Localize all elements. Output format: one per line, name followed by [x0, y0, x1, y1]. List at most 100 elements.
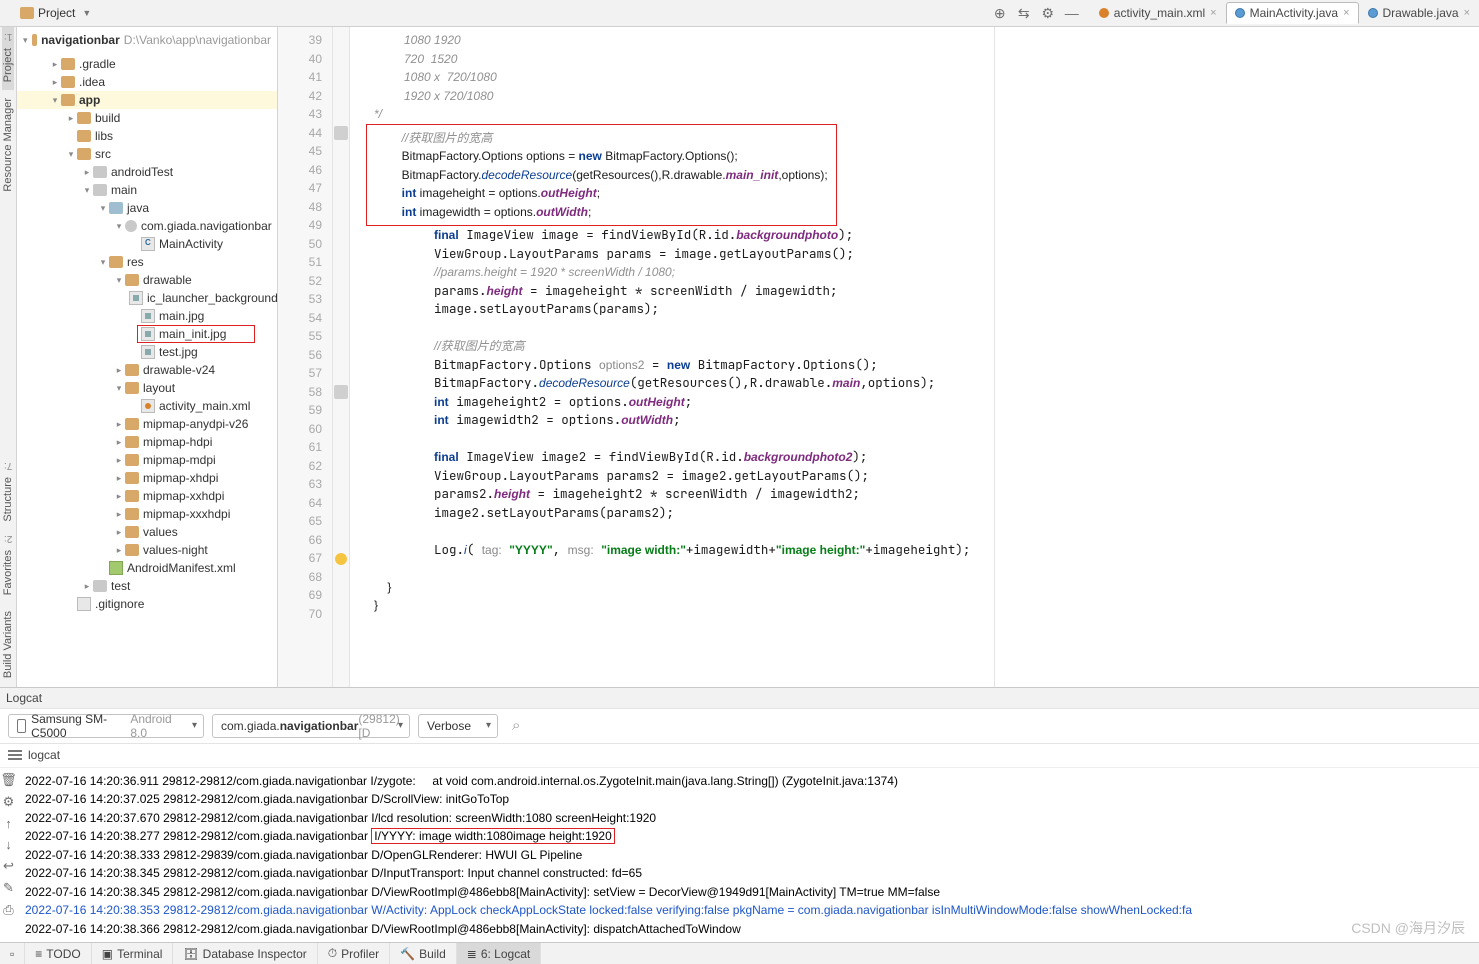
expand-arrow-icon[interactable]: ▾	[113, 275, 125, 286]
expand-arrow-icon[interactable]: ▾	[49, 95, 61, 106]
tree-node[interactable]: MainActivity	[17, 235, 277, 253]
logcat-tool-icon[interactable]: ↩	[3, 858, 14, 874]
expand-arrow-icon[interactable]: ▸	[113, 491, 125, 502]
expand-arrow-icon[interactable]: ▾	[113, 383, 125, 394]
editor-tab[interactable]: Drawable.java×	[1359, 2, 1479, 24]
tree-node[interactable]: ic_launcher_background.x	[17, 289, 277, 307]
tool-tab-project[interactable]: 1:Project	[2, 27, 14, 90]
expand-arrow-icon[interactable]: ▸	[81, 581, 93, 592]
tree-node[interactable]: ▸values-night	[17, 541, 277, 559]
expand-arrow-icon[interactable]: ▸	[49, 77, 61, 88]
expand-arrow-icon[interactable]: ▸	[81, 167, 93, 178]
tree-node[interactable]: main.jpg	[17, 307, 277, 325]
expand-icon[interactable]: ⇆	[1012, 5, 1036, 22]
tree-node[interactable]: ▸mipmap-xxxhdpi	[17, 505, 277, 523]
log-line[interactable]: 2022-07-16 14:20:38.345 29812-29812/com.…	[25, 864, 1479, 883]
status-item-terminal[interactable]: ▣Terminal	[92, 943, 174, 964]
tree-node[interactable]: ▸androidTest	[17, 163, 277, 181]
tree-node[interactable]: ▸build	[17, 109, 277, 127]
line-gutter[interactable]: 3940414243444546474849505152535455565758…	[278, 27, 333, 687]
tree-node[interactable]: ▾main	[17, 181, 277, 199]
search-icon[interactable]: ⌕	[506, 717, 520, 734]
tree-node[interactable]: .gitignore	[17, 595, 277, 613]
tree-node[interactable]: ▾layout	[17, 379, 277, 397]
log-line[interactable]: 2022-07-16 14:20:37.670 29812-29812/com.…	[25, 809, 1479, 828]
expand-arrow-icon[interactable]: ▸	[113, 419, 125, 430]
expand-arrow-icon[interactable]: ▾	[97, 203, 109, 214]
close-icon[interactable]: ×	[1343, 7, 1349, 19]
close-icon[interactable]: ×	[1464, 7, 1470, 19]
tool-tab-build-variants[interactable]: Build Variants	[2, 603, 14, 686]
logcat-tool-icon[interactable]: ⚙	[3, 794, 15, 810]
tree-node[interactable]: test.jpg	[17, 343, 277, 361]
logcat-tool-icon[interactable]: ✎	[3, 880, 14, 896]
status-item-build[interactable]: 🔨Build	[390, 943, 457, 964]
tree-node[interactable]: ▾res	[17, 253, 277, 271]
logcat-tool-icon[interactable]: 🗑	[0, 772, 17, 788]
logcat-tool-icon[interactable]: ↓	[5, 837, 12, 852]
tree-node[interactable]: ▾src	[17, 145, 277, 163]
tree-node[interactable]: ▸test	[17, 577, 277, 595]
status-item-profiler[interactable]: ⏱Profiler	[318, 943, 390, 964]
tree-node[interactable]: ▾java	[17, 199, 277, 217]
project-tree[interactable]: ▸.gradle▸.idea▾app▸buildlibs▾src▸android…	[17, 53, 277, 687]
tree-node[interactable]: ▾com.giada.navigationbar	[17, 217, 277, 235]
hamburger-icon[interactable]	[8, 754, 22, 756]
expand-arrow-icon[interactable]: ▸	[113, 455, 125, 466]
tree-node[interactable]: ▸mipmap-xhdpi	[17, 469, 277, 487]
loglevel-dropdown[interactable]: Verbose	[418, 714, 498, 738]
tree-node[interactable]: libs	[17, 127, 277, 145]
status-item-database-inspector[interactable]: 🗄Database Inspector	[173, 943, 317, 964]
tree-node[interactable]: ▸mipmap-anydpi-v26	[17, 415, 277, 433]
expand-arrow-icon[interactable]: ▸	[65, 113, 77, 124]
expand-arrow-icon[interactable]: ▾	[65, 149, 77, 160]
intention-bulb-icon[interactable]	[335, 553, 347, 565]
tree-node[interactable]: ▸values	[17, 523, 277, 541]
expand-arrow-icon[interactable]: ▸	[113, 473, 125, 484]
log-line[interactable]: 2022-07-16 14:20:38.277 29812-29812/com.…	[25, 827, 1479, 846]
tree-node[interactable]: ▸drawable-v24	[17, 361, 277, 379]
tree-node[interactable]: ▸mipmap-xxhdpi	[17, 487, 277, 505]
editor-tab[interactable]: MainActivity.java×	[1226, 2, 1359, 24]
hide-icon[interactable]: —	[1060, 5, 1084, 21]
tree-node[interactable]: activity_main.xml	[17, 397, 277, 415]
expand-arrow-icon[interactable]: ▾	[113, 221, 125, 232]
editor-tab[interactable]: activity_main.xml×	[1090, 2, 1226, 24]
expand-arrow-icon[interactable]: ▸	[113, 437, 125, 448]
device-dropdown[interactable]: Samsung SM-C5000 Android 8.0	[8, 714, 204, 738]
log-line[interactable]: 2022-07-16 14:20:38.353 29812-29812/com.…	[25, 901, 1479, 920]
tree-node[interactable]: ▸.idea	[17, 73, 277, 91]
tree-node[interactable]: AndroidManifest.xml	[17, 559, 277, 577]
status-item-todo[interactable]: ≡TODO	[25, 943, 91, 964]
settings-icon[interactable]: ⚙	[1036, 5, 1060, 22]
tree-node[interactable]: ▸mipmap-mdpi	[17, 451, 277, 469]
expand-arrow-icon[interactable]: ▸	[113, 545, 125, 556]
tree-node[interactable]: ▸mipmap-hdpi	[17, 433, 277, 451]
tool-tab-structure[interactable]: 7:Structure	[2, 456, 14, 530]
log-line[interactable]: 2022-07-16 14:20:37.025 29812-29812/com.…	[25, 790, 1479, 809]
project-root-header[interactable]: ▾ navigationbar D:\Vanko\app\navigationb…	[17, 27, 277, 53]
status-item-6--logcat[interactable]: ≣6: Logcat	[457, 943, 541, 964]
logcat-tool-icon[interactable]: ⎙	[3, 902, 13, 918]
log-line[interactable]: 2022-07-16 14:20:36.911 29812-29812/com.…	[25, 772, 1479, 791]
log-line[interactable]: 2022-07-16 14:20:38.345 29812-29812/com.…	[25, 883, 1479, 902]
log-line[interactable]: 2022-07-16 14:20:38.366 29812-29812/com.…	[25, 920, 1479, 939]
expand-arrow-icon[interactable]: ▾	[81, 185, 93, 196]
gutter-mark-icon[interactable]	[334, 126, 348, 140]
tool-tab-resource-manager[interactable]: Resource Manager	[2, 90, 14, 200]
log-line[interactable]: 2022-07-16 14:20:38.333 29812-29839/com.…	[25, 846, 1479, 865]
status-square-icon[interactable]: ▫	[10, 947, 14, 961]
tree-node[interactable]: ▸.gradle	[17, 55, 277, 73]
expand-arrow-icon[interactable]: ▸	[113, 527, 125, 538]
code-area[interactable]: 1080 1920 720 1520 1080 x 720/1080 1920 …	[350, 27, 994, 687]
tree-node[interactable]: ▾drawable	[17, 271, 277, 289]
expand-arrow-icon[interactable]: ▸	[113, 365, 125, 376]
tree-node[interactable]: main_init.jpg	[17, 325, 277, 343]
tool-tab-favorites[interactable]: 2:Favorites	[2, 529, 14, 603]
process-dropdown[interactable]: com.giada.navigationbar (29812) [D	[212, 714, 410, 738]
logcat-output[interactable]: 2022-07-16 14:20:36.911 29812-29812/com.…	[17, 768, 1479, 943]
locate-icon[interactable]: ⊕	[988, 5, 1012, 22]
project-view-selector[interactable]: Project ▼	[0, 6, 99, 20]
logcat-tool-icon[interactable]: ↑	[5, 816, 12, 831]
tree-node[interactable]: ▾app	[17, 91, 277, 109]
